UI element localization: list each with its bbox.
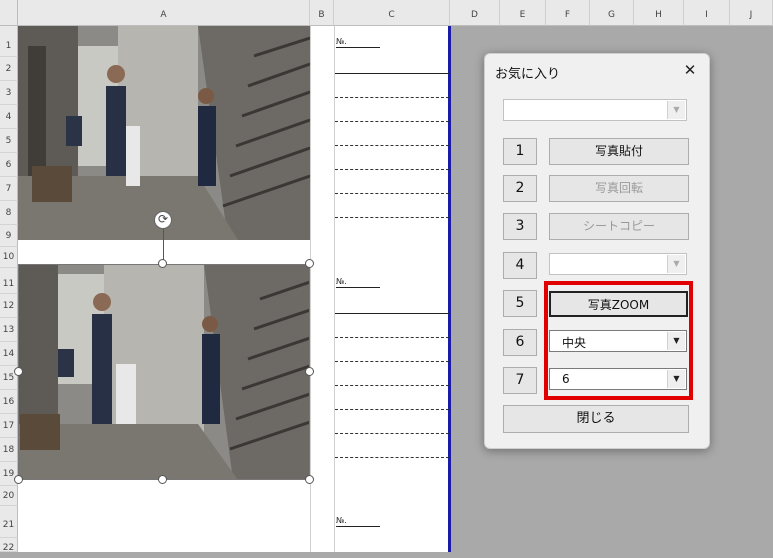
column-header-b[interactable]: B xyxy=(310,0,334,26)
photo-number-label: №. xyxy=(336,516,380,527)
column-header-g[interactable]: G xyxy=(590,0,634,26)
memo-line xyxy=(335,73,449,74)
sheet-copy-button[interactable]: シートコピー xyxy=(549,213,689,240)
rotate-photo-button[interactable]: 写真回転 xyxy=(549,175,689,202)
highlight-box xyxy=(544,281,693,400)
resize-handle[interactable] xyxy=(305,367,314,376)
number-button-6[interactable]: 6 xyxy=(503,329,537,356)
column-header-h[interactable]: H xyxy=(634,0,684,26)
favorites-dialog: お気に入り ✕ ▼ 1 写真貼付 2 写真回転 3 シートコピー 4 ▼ 5 写… xyxy=(484,53,710,449)
memo-line xyxy=(335,121,449,122)
column-header-f[interactable]: F xyxy=(546,0,590,26)
row-header[interactable]: 2 xyxy=(0,57,18,81)
paste-photo-button[interactable]: 写真貼付 xyxy=(549,138,689,165)
number-button-3[interactable]: 3 xyxy=(503,213,537,240)
memo-line xyxy=(335,385,449,386)
resize-handle[interactable] xyxy=(305,475,314,484)
row-header[interactable]: 5 xyxy=(0,129,18,153)
column-header-d[interactable]: D xyxy=(450,0,500,26)
favorites-select[interactable]: ▼ xyxy=(503,99,687,121)
row-header[interactable]: 16 xyxy=(0,390,18,414)
memo-line xyxy=(335,313,449,314)
row-header[interactable]: 10 xyxy=(0,247,18,268)
gridline xyxy=(334,26,335,552)
chevron-down-icon: ▼ xyxy=(667,101,685,119)
memo-line xyxy=(335,409,449,410)
number-button-7[interactable]: 7 xyxy=(503,367,537,394)
row-header[interactable]: 3 xyxy=(0,81,18,105)
resize-handle[interactable] xyxy=(305,259,314,268)
resize-handle[interactable] xyxy=(14,475,23,484)
number-button-4[interactable]: 4 xyxy=(503,252,537,279)
photo-1-image xyxy=(18,26,310,240)
number-button-5[interactable]: 5 xyxy=(503,290,537,317)
memo-line xyxy=(335,433,449,434)
row-header[interactable]: 8 xyxy=(0,201,18,225)
photo-number-label: №. xyxy=(336,277,380,288)
memo-line xyxy=(335,361,449,362)
dialog-title: お気に入り xyxy=(495,67,561,82)
row-header[interactable]: 4 xyxy=(0,105,18,129)
chevron-down-icon: ▼ xyxy=(667,255,685,273)
row-header[interactable]: 11 xyxy=(0,268,18,294)
close-button[interactable]: 閉じる xyxy=(503,405,689,433)
row-header[interactable]: 18 xyxy=(0,438,18,462)
selection-frame xyxy=(18,264,310,480)
close-icon[interactable]: ✕ xyxy=(681,60,699,80)
row-header[interactable]: 6 xyxy=(0,153,18,177)
number-button-1[interactable]: 1 xyxy=(503,138,537,165)
row-header[interactable]: 20 xyxy=(0,486,18,506)
row-header[interactable]: 1 xyxy=(0,26,18,57)
row-header[interactable]: 21 xyxy=(0,506,18,538)
memo-line xyxy=(335,457,449,458)
column-header-i[interactable]: I xyxy=(684,0,730,26)
row-header[interactable]: 7 xyxy=(0,177,18,201)
row-header[interactable]: 22 xyxy=(0,538,18,553)
photo-1[interactable] xyxy=(18,26,310,240)
number-button-2[interactable]: 2 xyxy=(503,175,537,202)
column-header-e[interactable]: E xyxy=(500,0,546,26)
photo-number-label: №. xyxy=(336,37,380,48)
gridline xyxy=(310,26,311,552)
memo-line xyxy=(335,169,449,170)
select-all-corner[interactable] xyxy=(0,0,18,26)
resize-handle[interactable] xyxy=(158,475,167,484)
memo-line xyxy=(335,337,449,338)
page-break-line xyxy=(448,26,451,552)
memo-line xyxy=(335,193,449,194)
resize-handle[interactable] xyxy=(158,259,167,268)
resize-handle[interactable] xyxy=(14,367,23,376)
memo-line xyxy=(335,217,449,218)
column-header-j[interactable]: J xyxy=(730,0,773,26)
column-header-c[interactable]: C xyxy=(334,0,450,26)
memo-line xyxy=(335,97,449,98)
row-header[interactable]: 13 xyxy=(0,318,18,342)
row-header[interactable]: 9 xyxy=(0,225,18,247)
row4-select[interactable]: ▼ xyxy=(549,253,687,275)
row-header[interactable]: 14 xyxy=(0,342,18,366)
column-header-a[interactable]: A xyxy=(18,0,310,26)
rotate-handle-icon[interactable]: ⟳ xyxy=(154,211,172,229)
memo-line xyxy=(335,145,449,146)
row-header[interactable]: 12 xyxy=(0,294,18,318)
row-header[interactable]: 17 xyxy=(0,414,18,438)
